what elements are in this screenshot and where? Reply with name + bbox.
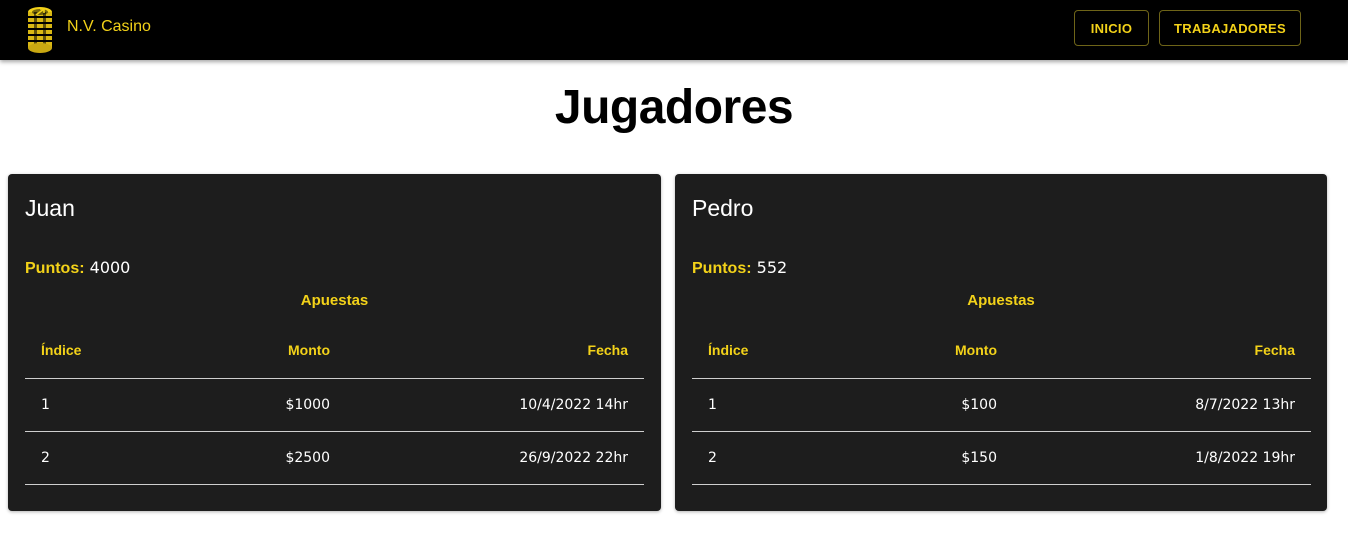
player-points: Puntos: 552	[692, 258, 787, 278]
column-header-monto: Monto	[955, 342, 997, 358]
bet-date: 26/9/2022 22hr	[519, 450, 628, 466]
column-header-indice: Índice	[41, 342, 82, 358]
bet-amount: $150	[961, 450, 997, 466]
bet-date: 10/4/2022 14hr	[519, 397, 628, 413]
column-header-monto: Monto	[288, 342, 330, 358]
bet-date: 8/7/2022 13hr	[1195, 397, 1295, 413]
bet-index: 2	[41, 450, 50, 466]
bets-table: Índice Monto Fecha 1 $1000 10/4/2022 14h…	[25, 324, 644, 485]
column-header-fecha: Fecha	[1254, 342, 1295, 358]
bets-title: Apuestas	[300, 292, 369, 309]
points-value: 552	[756, 258, 788, 277]
page-title: Jugadores	[554, 81, 794, 134]
casino-chips-icon[interactable]	[26, 4, 54, 54]
table-header-row: Índice Monto Fecha	[25, 324, 644, 379]
bet-index: 1	[708, 397, 717, 413]
player-points: Puntos: 4000	[25, 258, 130, 278]
table-row: 2 $150 1/8/2022 19hr	[692, 432, 1311, 485]
trabajadores-button[interactable]: TRABAJADORES	[1159, 10, 1301, 46]
bet-amount: $2500	[285, 450, 330, 466]
column-header-fecha: Fecha	[587, 342, 628, 358]
table-row: 1 $100 8/7/2022 13hr	[692, 379, 1311, 432]
bet-index: 2	[708, 450, 717, 466]
player-name: Juan	[25, 195, 75, 221]
player-card-pedro: Pedro Puntos: 552 Apuestas Índice Monto …	[675, 174, 1327, 511]
bet-amount: $100	[961, 397, 997, 413]
column-header-indice: Índice	[708, 342, 749, 358]
table-header-row: Índice Monto Fecha	[692, 324, 1311, 379]
bet-amount: $1000	[285, 397, 330, 413]
points-value: 4000	[89, 258, 131, 277]
bet-index: 1	[41, 397, 50, 413]
bets-title: Apuestas	[967, 292, 1035, 309]
player-name: Pedro	[692, 195, 754, 221]
table-row: 1 $1000 10/4/2022 14hr	[25, 379, 644, 432]
brand-name[interactable]: N.V. Casino	[67, 18, 151, 36]
navbar: N.V. Casino INICIO TRABAJADORES	[0, 0, 1348, 60]
inicio-button[interactable]: INICIO	[1074, 10, 1149, 46]
points-label: Puntos:	[692, 260, 752, 277]
bets-table: Índice Monto Fecha 1 $100 8/7/2022 13hr …	[692, 324, 1311, 485]
points-label: Puntos:	[25, 260, 85, 277]
bet-date: 1/8/2022 19hr	[1195, 450, 1295, 466]
table-row: 2 $2500 26/9/2022 22hr	[25, 432, 644, 485]
player-card-juan: Juan Puntos: 4000 Apuestas Índice Monto …	[8, 174, 661, 511]
